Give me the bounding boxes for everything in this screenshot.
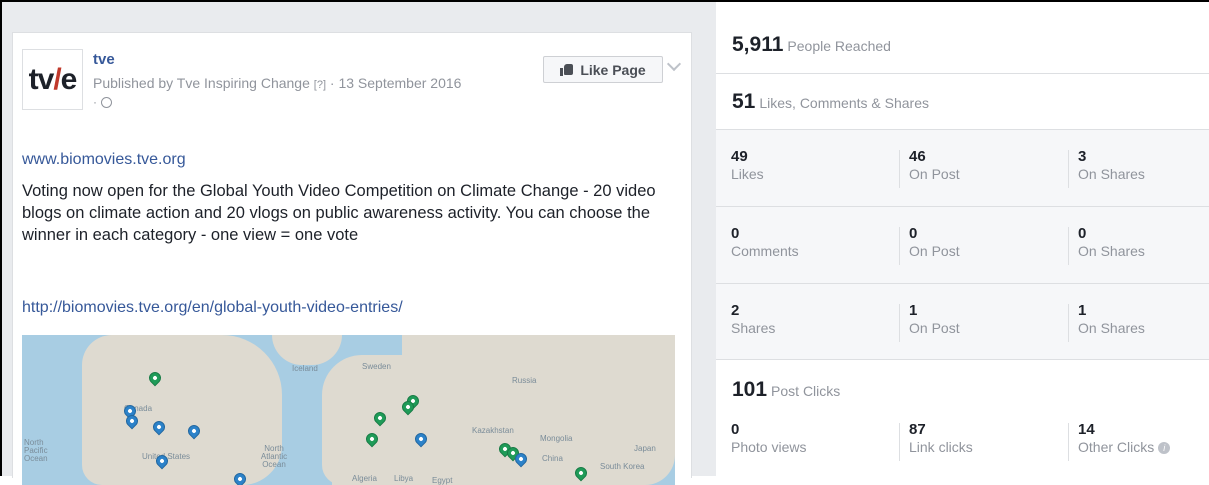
shares-on-shares-cell: 1 On Shares — [1078, 302, 1209, 337]
like-page-label: Like Page — [580, 61, 646, 78]
globe-icon[interactable] — [101, 97, 112, 109]
other-clicks-label: Other Clicks — [1078, 439, 1155, 455]
post-clicks-label: Post Clicks — [771, 383, 841, 399]
site-link[interactable]: www.biomovies.tve.org — [22, 151, 186, 169]
map-label-south-korea: South Korea — [600, 462, 645, 471]
map-label-japan: Japan — [634, 444, 656, 453]
map-label-north-pacific: North Pacific Ocean — [24, 438, 48, 463]
engagement-label: Likes, Comments & Shares — [759, 95, 929, 111]
likes-on-shares-label: On Shares — [1078, 166, 1145, 182]
map-label-iceland: Iceland — [292, 364, 318, 373]
map-label-china: China — [542, 454, 563, 463]
map-label-mongolia: Mongolia — [540, 434, 573, 443]
photo-views-label: Photo views — [731, 439, 807, 455]
likes-cell: 49 Likes — [731, 148, 881, 183]
comments-label: Comments — [731, 243, 799, 259]
published-by-line: Published by Tve Inspiring Change [?] · … — [93, 75, 461, 91]
shares-on-post-label: On Post — [909, 320, 960, 336]
info-icon[interactable]: i — [1158, 442, 1171, 455]
divider — [899, 423, 900, 461]
map-label-egypt: Egypt — [432, 476, 453, 485]
comments-on-shares-value: 0 — [1078, 225, 1087, 242]
post-card: tv / e tve Published by Tve Inspiring Chan… — [12, 32, 692, 485]
shares-on-shares-label: On Shares — [1078, 320, 1145, 336]
other-clicks-cell: 14 Other Clicks i — [1078, 421, 1209, 456]
shares-value: 2 — [731, 302, 740, 319]
likes-value: 49 — [731, 148, 748, 165]
post-body-text: Voting now open for the Global Youth Vid… — [22, 182, 656, 244]
shares-on-post-value: 1 — [909, 302, 918, 319]
shares-label: Shares — [731, 320, 776, 336]
land-north-america — [82, 335, 282, 485]
divider — [1068, 227, 1069, 265]
engagement-headline: 51 Likes, Comments & Shares — [732, 90, 929, 114]
likes-on-post-cell: 46 On Post — [909, 148, 1059, 183]
likes-on-post-label: On Post — [909, 166, 960, 182]
people-reached-value: 5,911 — [732, 33, 784, 56]
people-reached-label: People Reached — [787, 38, 891, 54]
reach-section: 5,911 People Reached — [716, 2, 1209, 74]
reach-headline: 5,911 People Reached — [732, 33, 891, 57]
likes-on-shares-cell: 3 On Shares — [1078, 148, 1209, 183]
page-logo[interactable]: tv / e — [22, 49, 83, 110]
map-label-sweden: Sweden — [362, 362, 391, 371]
likes-on-shares-value: 3 — [1078, 148, 1087, 165]
divider — [899, 304, 900, 342]
map-label-north-atlantic: North Atlantic Ocean — [260, 444, 288, 469]
comments-on-shares-cell: 0 On Shares — [1078, 225, 1209, 260]
shares-cell: 2 Shares — [731, 302, 881, 337]
divider — [1068, 423, 1069, 461]
comments-cell: 0 Comments — [731, 225, 881, 260]
engagement-section: 51 Likes, Comments & Shares — [716, 74, 1209, 130]
divider — [1068, 150, 1069, 188]
link-clicks-label: Link clicks — [909, 439, 973, 455]
map-label-libya: Libya — [394, 474, 414, 483]
post-clicks-value: 101 — [732, 378, 768, 401]
likes-on-post-value: 46 — [909, 148, 926, 165]
comments-row: 0 Comments 0 On Post 0 On Shares — [716, 207, 1209, 284]
link-clicks-value: 87 — [909, 421, 926, 438]
map-label-russia: Russia — [512, 376, 537, 385]
map-label-algeria: Algeria — [352, 474, 377, 483]
help-mark[interactable]: [?] — [314, 79, 326, 91]
comments-on-shares-label: On Shares — [1078, 243, 1145, 259]
entries-link[interactable]: http://biomovies.tve.org/en/global-youth… — [22, 299, 403, 317]
like-page-button[interactable]: Like Page — [543, 56, 663, 83]
audience-line: · — [93, 95, 112, 109]
post-date[interactable]: · 13 September 2016 — [330, 75, 462, 91]
link-clicks-cell: 87 Link clicks — [909, 421, 1059, 456]
shares-row: 2 Shares 1 On Post 1 On Shares — [716, 284, 1209, 360]
land-greenland — [272, 335, 342, 365]
likes-label: Likes — [731, 166, 764, 182]
divider — [899, 227, 900, 265]
divider — [899, 150, 900, 188]
insights-panel: 5,911 People Reached 51 Likes, Comments & … — [716, 2, 1209, 478]
chevron-down-icon[interactable] — [666, 56, 682, 72]
comments-on-post-label: On Post — [909, 243, 960, 259]
map-label-kazakhstan: Kazakhstan — [472, 426, 514, 435]
comments-value: 0 — [731, 225, 740, 242]
photo-views-cell: 0 Photo views — [731, 421, 881, 456]
page-name-link[interactable]: tve — [93, 51, 115, 68]
post-clicks-section: 101 Post Clicks 0 Photo views 87 Link cli… — [716, 360, 1209, 478]
published-by-text: Published by Tve Inspiring Change — [93, 75, 310, 91]
post-clicks-headline: 101 Post Clicks — [732, 378, 840, 402]
other-clicks-value: 14 — [1078, 421, 1095, 438]
other-clicks-label-wrap: Other Clicks i — [1078, 438, 1209, 456]
audience-separator: · — [93, 95, 97, 109]
likes-row: 49 Likes 46 On Post 3 On Shares — [716, 130, 1209, 207]
photo-views-value: 0 — [731, 421, 740, 438]
screenshot-frame: tv / e tve Published by Tve Inspiring Chan… — [0, 0, 1209, 485]
shares-on-shares-value: 1 — [1078, 302, 1087, 319]
engagement-value: 51 — [732, 90, 756, 113]
shares-on-post-cell: 1 On Post — [909, 302, 1059, 337]
thumbs-up-icon — [560, 63, 574, 76]
divider — [1068, 304, 1069, 342]
comments-on-post-value: 0 — [909, 225, 918, 242]
world-map-image[interactable]: North Pacific Ocean North Atlantic Ocean… — [22, 335, 675, 485]
comments-on-post-cell: 0 On Post — [909, 225, 1059, 260]
